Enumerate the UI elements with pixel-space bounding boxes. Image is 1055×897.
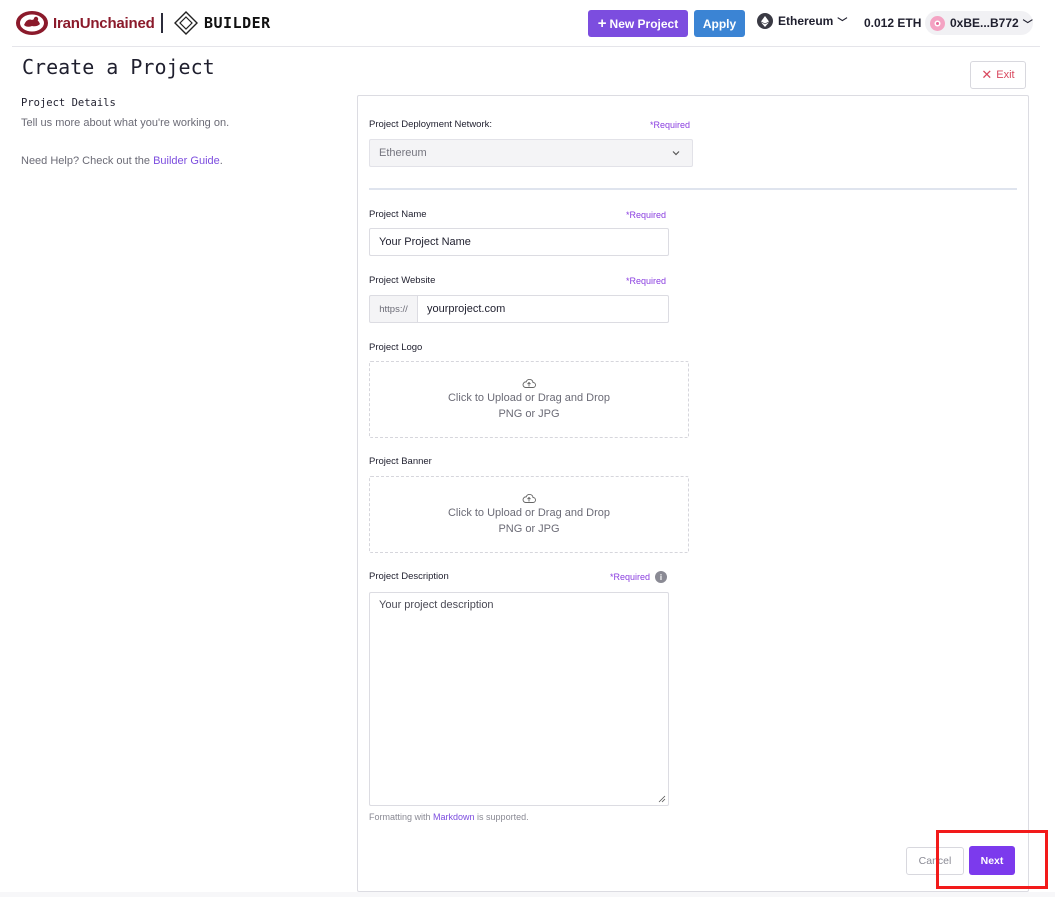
builder-guide-link[interactable]: Builder Guide (153, 155, 220, 167)
exit-label: Exit (996, 69, 1015, 81)
help-prefix: Need Help? Check out the (21, 155, 154, 167)
project-description-label: Project Description (369, 571, 449, 582)
new-project-button[interactable]: + New Project (588, 10, 688, 37)
url-prefix: https:// (369, 295, 418, 323)
exit-button[interactable]: ✕ Exit (970, 61, 1026, 89)
banner-upload-formats: PNG or JPG (498, 522, 560, 535)
help-text: Need Help? Check out the Builder Guide. (21, 155, 223, 167)
help-suffix: . (219, 155, 223, 167)
logo-text: IranUnchained (53, 14, 155, 32)
form-divider (369, 188, 1017, 190)
ethereum-icon (757, 13, 773, 29)
page-title: Create a Project (22, 55, 215, 79)
project-logo-dropzone[interactable]: Click to Upload or Drag and Drop PNG or … (369, 361, 689, 438)
project-name-label: Project Name (369, 209, 427, 220)
chevron-down-icon: ﹀ (837, 17, 848, 29)
next-button-highlight (936, 830, 1048, 889)
wallet-avatar-icon (930, 15, 945, 31)
network-label: Ethereum (778, 14, 834, 28)
chevron-down-icon (672, 151, 680, 156)
network-selector[interactable]: Ethereum ﹀ (757, 13, 847, 29)
logo-upload-formats: PNG or JPG (498, 407, 560, 420)
banner-upload-text: Click to Upload or Drag and Drop (447, 506, 611, 519)
lion-emblem-icon (16, 11, 48, 35)
project-website-required-label: *Required (626, 276, 667, 286)
iranunchained-logo[interactable]: IranUnchained (15, 10, 155, 36)
resize-handle-icon[interactable] (658, 795, 666, 803)
project-name-input[interactable]: Your Project Name (369, 228, 669, 256)
markdown-note: Formatting with Markdown is supported. (369, 812, 529, 822)
info-icon[interactable]: i (655, 571, 667, 583)
upload-cloud-icon (522, 493, 536, 503)
project-banner-dropzone[interactable]: Click to Upload or Drag and Drop PNG or … (369, 476, 689, 553)
network-select-value: Ethereum (379, 147, 427, 159)
builder-label: BUILDER (204, 14, 271, 32)
builder-brand[interactable]: BUILDER (174, 11, 271, 35)
wallet-address: 0xBE...B772 (950, 16, 1019, 30)
network-field-label: Project Deployment Network: (369, 119, 493, 130)
section-description: Tell us more about what you're working o… (21, 117, 230, 129)
chevron-down-icon: ﹀ (1022, 19, 1033, 31)
project-website-label: Project Website (369, 275, 436, 286)
project-description-textarea[interactable]: Your project description (369, 592, 669, 806)
upload-cloud-icon (522, 378, 536, 388)
wallet-button[interactable]: 0xBE...B772 ﹀ (925, 11, 1033, 35)
markdown-note-prefix: Formatting with (369, 812, 434, 822)
close-icon: ✕ (981, 67, 993, 82)
top-header: IranUnchained BUILDER + New Project Appl… (0, 0, 1055, 46)
new-project-label: New Project (609, 16, 679, 31)
project-logo-label: Project Logo (369, 342, 423, 353)
bottom-edge (0, 892, 1055, 897)
logo-upload-text: Click to Upload or Drag and Drop (447, 391, 611, 404)
project-description-required-label: *Required (610, 572, 651, 582)
section-title: Project Details (21, 97, 116, 109)
project-banner-label: Project Banner (369, 456, 432, 467)
header-divider (12, 46, 1040, 47)
wallet-balance: 0.012 ETH (864, 16, 922, 30)
markdown-note-suffix: is supported. (474, 812, 529, 822)
network-select[interactable]: Ethereum (369, 139, 693, 167)
project-name-required-label: *Required (626, 210, 667, 220)
network-required-label: *Required (650, 120, 691, 130)
apply-button[interactable]: Apply (694, 10, 745, 37)
project-website-input[interactable]: yourproject.com (417, 295, 669, 323)
logo-divider (161, 13, 163, 33)
markdown-link[interactable]: Markdown (433, 812, 475, 822)
description-placeholder: Your project description (379, 599, 494, 611)
plus-icon: + (597, 15, 607, 32)
builder-diamond-icon (174, 11, 198, 35)
